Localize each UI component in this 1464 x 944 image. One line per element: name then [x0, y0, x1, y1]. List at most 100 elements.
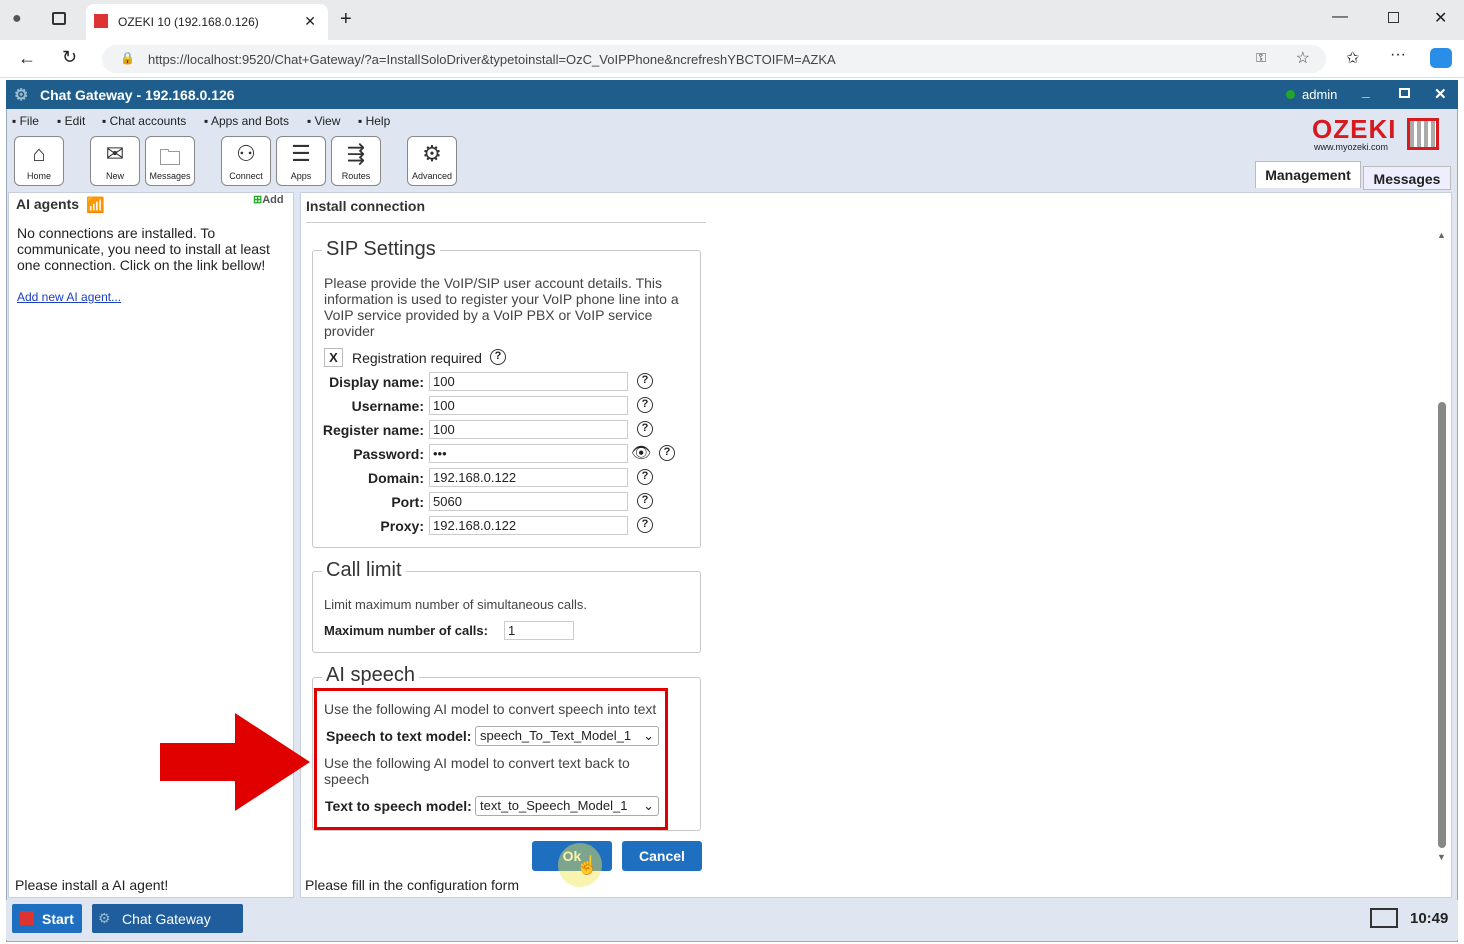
menu-file[interactable]: ▪ File: [12, 114, 39, 128]
key-icon[interactable]: ⚿: [1256, 50, 1266, 66]
show-password-eye-icon[interactable]: 👁: [631, 443, 651, 463]
scrollbar-thumb[interactable]: [1438, 402, 1446, 848]
cancel-button[interactable]: Cancel: [622, 841, 702, 871]
button-label: New: [105, 171, 124, 181]
favorites-icon[interactable]: ✩: [1346, 48, 1359, 68]
tab-title: OZEKI 10 (192.168.0.126): [118, 15, 259, 29]
ai-agent-icon: 📶: [86, 197, 105, 214]
max-calls-field[interactable]: 1: [504, 621, 574, 640]
call-limit-fieldset: [312, 571, 701, 653]
user-name[interactable]: admin: [1302, 87, 1337, 102]
folder-icon: 🗀: [158, 145, 181, 170]
toolbar-new-button[interactable]: ✉ New: [90, 136, 140, 186]
port-field[interactable]: 5060: [429, 492, 628, 511]
scrollbar[interactable]: ▲ ▼: [1436, 226, 1448, 866]
tab-label: Management: [1265, 167, 1351, 183]
toolbar-advanced-button[interactable]: ⚙ Advanced: [407, 136, 457, 186]
tab-messages[interactable]: Messages: [1363, 166, 1451, 190]
help-icon[interactable]: ?: [490, 349, 506, 365]
clock: 10:49: [1410, 910, 1449, 927]
menu-view[interactable]: ▪ View: [307, 114, 340, 128]
menu-help[interactable]: ▪ Help: [358, 114, 390, 128]
back-icon[interactable]: ←: [18, 48, 36, 69]
menu-label: View: [314, 114, 341, 128]
browser-tab[interactable]: OZEKI 10 (192.168.0.126) ✕: [86, 4, 328, 40]
domain-label: Domain:: [368, 470, 424, 486]
toolbar-routes-button[interactable]: ⇶ Routes: [331, 136, 381, 186]
taskbar-app-label: Chat Gateway: [122, 911, 211, 927]
minimize-icon[interactable]: —: [1332, 8, 1348, 26]
registration-required-checkbox[interactable]: X: [324, 348, 343, 367]
refresh-icon[interactable]: ↻: [62, 47, 77, 68]
chat-gateway-icon: ⚙: [98, 910, 111, 926]
start-button[interactable]: Start: [12, 904, 82, 933]
taskbar-chat-gateway[interactable]: ⚙ Chat Gateway: [92, 904, 243, 933]
tab-management[interactable]: Management: [1255, 161, 1361, 188]
toolbar-messages-button[interactable]: 🗀 Messages: [145, 136, 195, 186]
domain-field[interactable]: 192.168.0.122: [429, 468, 628, 487]
username-field[interactable]: 100: [429, 396, 628, 415]
close-window-icon[interactable]: ✕: [1434, 8, 1447, 28]
app-title-bar: ⚙ Chat Gateway - 192.168.0.126 admin _ ✕: [6, 80, 1458, 109]
select-value: text_to_Speech_Model_1: [480, 798, 628, 813]
help-icon[interactable]: ?: [637, 469, 653, 485]
help-icon[interactable]: ?: [637, 517, 653, 533]
toolbar-home-button[interactable]: ⌂ Home: [14, 136, 64, 186]
maximize-icon[interactable]: [1388, 12, 1399, 23]
register-name-field[interactable]: 100: [429, 420, 628, 439]
display-name-field[interactable]: 100: [429, 372, 628, 391]
sip-description: Please provide the VoIP/SIP user account…: [324, 275, 679, 339]
help-icon[interactable]: ?: [637, 397, 653, 413]
scroll-up-icon[interactable]: ▲: [1437, 230, 1446, 240]
logo-url: www.myozeki.com: [1314, 142, 1389, 152]
database-icon: ☰: [291, 141, 311, 166]
password-field[interactable]: •••: [429, 444, 628, 463]
help-icon[interactable]: ?: [637, 421, 653, 437]
tts-description: Use the following AI model to convert te…: [324, 755, 630, 787]
sip-settings-legend: SIP Settings: [322, 238, 440, 261]
url-input[interactable]: https://localhost:9520/Chat+Gateway/?a=I…: [102, 45, 1326, 73]
new-tab-icon[interactable]: +: [340, 8, 352, 31]
app-maximize-icon[interactable]: [1399, 88, 1410, 98]
keyboard-icon[interactable]: [1370, 908, 1398, 928]
menu-label: File: [19, 114, 39, 128]
tts-model-select[interactable]: text_to_Speech_Model_1 ⌄: [475, 796, 659, 816]
tab-actions-icon[interactable]: [52, 12, 66, 25]
logo-text: OZEKI: [1312, 114, 1397, 144]
close-tab-icon[interactable]: ✕: [304, 13, 316, 30]
red-arrow-annotation: [160, 713, 310, 811]
toolbar-connect-button[interactable]: ⚇ Connect: [221, 136, 271, 186]
profile-icon[interactable]: ●: [12, 10, 22, 28]
online-status-icon: [1286, 90, 1295, 99]
tts-model-label: Text to speech model:: [325, 798, 472, 814]
app-minimize-icon[interactable]: _: [1362, 83, 1370, 99]
proxy-field[interactable]: 192.168.0.122: [429, 516, 628, 535]
help-icon[interactable]: ?: [659, 445, 675, 461]
checkbox-mark: X: [329, 350, 338, 365]
more-icon[interactable]: ···: [1390, 46, 1406, 64]
menu-edit[interactable]: ▪ Edit: [57, 114, 85, 128]
tab-label: Messages: [1373, 171, 1441, 187]
ai-speech-legend: AI speech: [322, 664, 419, 687]
site-info-icon[interactable]: 🔒: [120, 51, 135, 65]
signpost-icon: ⇶: [346, 141, 366, 166]
scroll-down-icon[interactable]: ▼: [1437, 852, 1446, 862]
home-icon: ⌂: [32, 141, 46, 166]
menu-chat-accounts[interactable]: ▪ Chat accounts: [102, 114, 186, 128]
favorite-star-icon[interactable]: ☆: [1296, 48, 1310, 68]
max-calls-label: Maximum number of calls:: [324, 623, 488, 638]
add-ai-agent-button[interactable]: ⊞Add: [253, 193, 284, 206]
stt-model-select[interactable]: speech_To_Text_Model_1 ⌄: [475, 726, 659, 746]
menu-apps-and-bots[interactable]: ▪ Apps and Bots: [204, 114, 289, 128]
copilot-icon[interactable]: [1430, 48, 1452, 68]
add-new-ai-agent-link[interactable]: Add new AI agent...: [17, 290, 121, 304]
app-close-icon[interactable]: ✕: [1434, 85, 1447, 103]
url-text: https://localhost:9520/Chat+Gateway/?a=I…: [148, 52, 836, 67]
start-icon: [20, 911, 34, 925]
help-icon[interactable]: ?: [637, 493, 653, 509]
help-icon[interactable]: ?: [637, 373, 653, 389]
add-label: Add: [262, 194, 284, 206]
toolbar-apps-button[interactable]: ☰ Apps: [276, 136, 326, 186]
registration-required-label: Registration required: [352, 350, 482, 366]
button-label: Home: [26, 171, 51, 181]
